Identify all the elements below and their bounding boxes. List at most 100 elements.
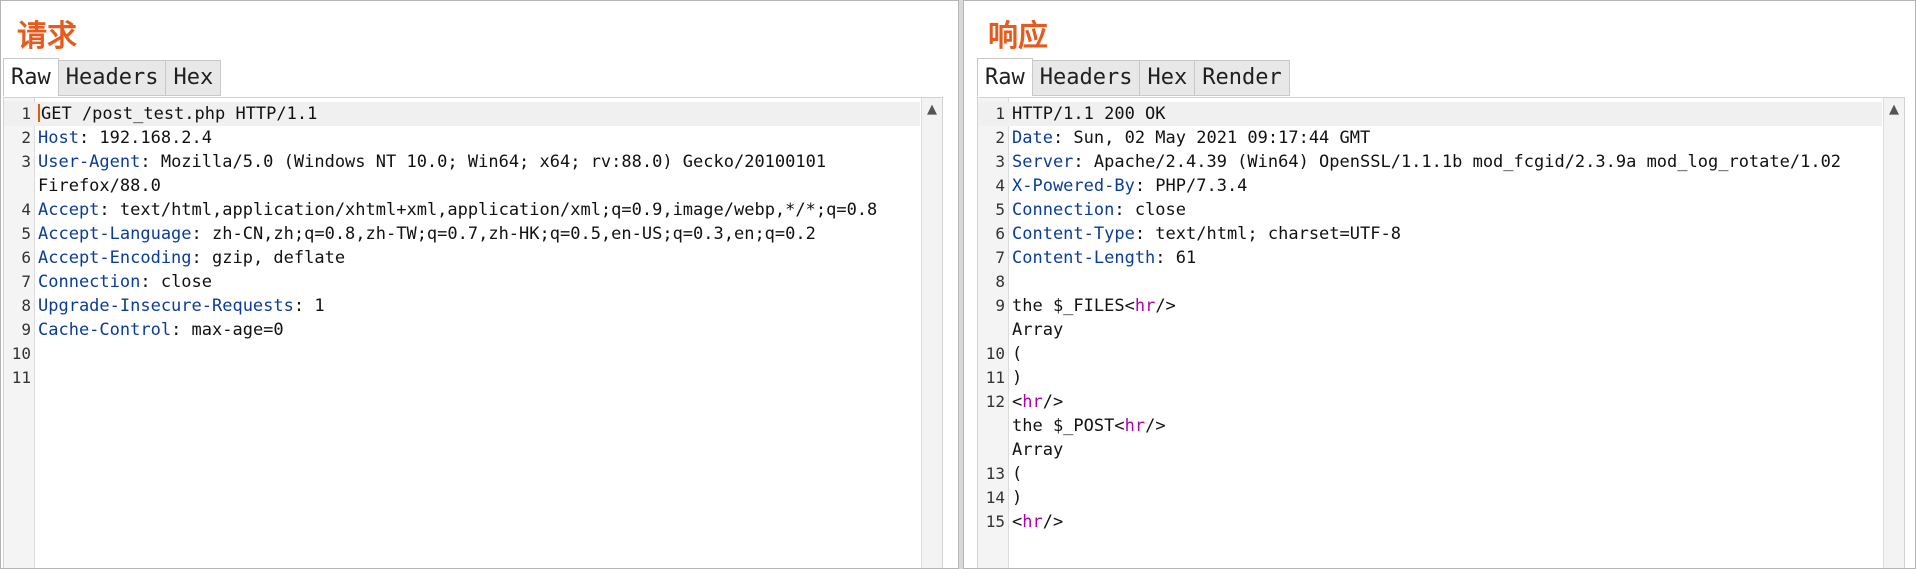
html-tag-name: hr [1134,296,1156,316]
body-text: ( [1012,464,1023,484]
request-tabs: Raw Headers Hex [3,58,222,96]
body-text: < [1012,512,1023,532]
line-number: 10 [985,344,1005,363]
header-name: Date [1012,128,1053,148]
response-line[interactable]: 7 Content-Length: 61 [978,246,1882,270]
response-line[interactable]: 4 X-Powered-By: PHP/7.3.4 [978,174,1882,198]
header-value: : text/html,application/xhtml+xml,applic… [99,200,878,220]
response-line[interactable]: Array [978,438,1882,462]
line-number: 2 [21,128,31,147]
header-value: : 192.168.2.4 [78,128,213,148]
line-text: Cache-Control: max-age=0 [38,318,284,342]
header-name: Connection [38,272,141,292]
response-line[interactable]: 12 <hr/> [978,390,1882,414]
request-line[interactable]: Firefox/88.0 [4,174,920,198]
line-number: 11 [985,368,1005,387]
response-line[interactable]: 10 ( [978,342,1882,366]
request-tab-raw[interactable]: Raw [3,58,59,96]
request-tab-headers[interactable]: Headers [58,60,167,96]
response-tab-hex[interactable]: Hex [1140,60,1196,96]
body-text: /> [1155,296,1176,316]
header-value: GET /post_test.php HTTP/1.1 [41,104,318,124]
response-line[interactable]: the $_POST<hr/> [978,414,1882,438]
request-line[interactable]: 7 Connection: close [4,270,920,294]
line-text: Upgrade-Insecure-Requests: 1 [38,294,325,318]
response-tab-headers[interactable]: Headers [1032,60,1141,96]
body-text: Array [1012,320,1064,340]
response-line[interactable]: 1 HTTP/1.1 200 OK [978,102,1882,126]
line-text: Firefox/88.0 [38,174,161,198]
request-line[interactable]: 10 [4,342,920,366]
response-line[interactable]: 11) [978,366,1882,390]
line-number: 5 [21,224,31,243]
response-line[interactable]: 6 Content-Type: text/html; charset=UTF-8 [978,222,1882,246]
request-line[interactable]: 2 Host: 192.168.2.4 [4,126,920,150]
request-line[interactable]: 5 Accept-Language: zh-CN,zh;q=0.8,zh-TW;q… [4,222,920,246]
line-text: Connection: close [38,270,212,294]
scroll-up-icon[interactable]: ▲ [922,102,942,117]
header-value: : close [1114,200,1187,220]
response-scrollbar[interactable]: ▲ [1883,98,1904,568]
request-line[interactable]: 8 Upgrade-Insecure-Requests: 1 [4,294,920,318]
response-line[interactable]: 9 the $_FILES<hr/> [978,294,1882,318]
response-tabs: Raw Headers Hex Render [977,58,1290,96]
header-name: Cache-Control [38,320,172,340]
request-editor[interactable]: 1 GET /post_test.php HTTP/1.1 2 Host: 192.1… [3,97,943,568]
header-name: Host [38,128,79,148]
response-line[interactable]: 13 ( [978,462,1882,486]
response-line[interactable]: 5 Connection: close [978,198,1882,222]
header-name: Accept [38,200,100,220]
request-line[interactable]: 3 User-Agent: Mozilla/5.0 (Windows NT 10.… [4,150,920,174]
request-line[interactable]: 1 GET /post_test.php HTTP/1.1 [4,102,920,126]
response-code[interactable]: 1 HTTP/1.1 200 OK 2 Date: Sun, 02 May 2021 … [978,102,1882,534]
line-text: ) [1012,366,1022,390]
request-line[interactable]: 6 Accept-Encoding: gzip, deflate [4,246,920,270]
header-value: : max-age=0 [171,320,284,340]
request-line[interactable]: 4 Accept: text/html,application/xhtml+xml… [4,198,920,222]
request-code[interactable]: 1 GET /post_test.php HTTP/1.1 2 Host: 192.1… [4,102,920,390]
line-number: 3 [21,152,31,171]
header-value: : gzip, deflate [191,248,346,268]
request-line[interactable]: 11 [4,366,920,390]
response-line[interactable]: 14) [978,486,1882,510]
line-text: Accept-Encoding: gzip, deflate [38,246,345,270]
request-title: 请求 [17,19,77,54]
body-text: ( [1012,344,1023,364]
response-line[interactable]: 8 [978,270,1882,294]
line-number: 9 [995,296,1005,315]
line-number: 8 [21,296,31,315]
line-text: X-Powered-By: PHP/7.3.4 [1012,174,1247,198]
response-line[interactable]: 15 <hr/> [978,510,1882,534]
line-text: the $_FILES<hr/> [1012,294,1176,318]
line-text: Array [1012,438,1063,462]
response-line[interactable]: 2 Date: Sun, 02 May 2021 09:17:44 GMT [978,126,1882,150]
response-line[interactable]: 3 Server: Apache/2.4.39 (Win64) OpenSSL/1… [978,150,1882,174]
body-text: ) [1012,368,1023,388]
body-text: /> [1042,512,1064,532]
line-text: <hr/> [1012,510,1063,534]
request-pane: 请求 Raw Headers Hex 1 GET /post_test.php H… [0,0,959,569]
line-number: 13 [985,464,1005,483]
line-number: 4 [21,200,31,219]
scroll-up-icon[interactable]: ▲ [1884,102,1904,117]
body-text: /> [1042,392,1064,412]
text-cursor [38,104,40,122]
line-text: Accept: text/html,application/xhtml+xml,… [38,198,877,222]
line-text: HTTP/1.1 200 OK [1012,102,1166,126]
request-tab-hex[interactable]: Hex [166,60,222,96]
header-name: User-Agent [38,152,141,172]
header-value: Firefox/88.0 [38,176,161,196]
line-text: the $_POST<hr/> [1012,414,1166,438]
header-value: : Apache/2.4.39 (Win64) OpenSSL/1.1.1b m… [1073,152,1842,172]
request-scrollbar[interactable]: ▲ [921,98,942,568]
response-editor[interactable]: 1 HTTP/1.1 200 OK 2 Date: Sun, 02 May 2021 … [977,97,1905,568]
body-text: Array [1012,440,1064,460]
line-text: Array [1012,318,1063,342]
body-text: /> [1145,416,1166,436]
line-number: 10 [11,344,31,363]
line-text: <hr/> [1012,390,1063,414]
request-line[interactable]: 9 Cache-Control: max-age=0 [4,318,920,342]
response-tab-render[interactable]: Render [1195,60,1290,96]
response-tab-raw[interactable]: Raw [977,58,1033,96]
response-line[interactable]: Array [978,318,1882,342]
